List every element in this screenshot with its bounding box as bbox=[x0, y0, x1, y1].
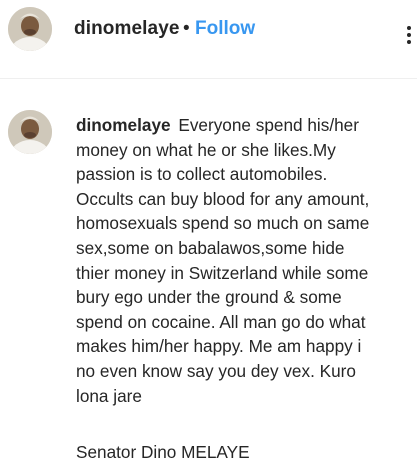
caption-text: dinomelaye Everyone spend his/her money … bbox=[76, 113, 412, 408]
post-header: dinomelaye • Follow bbox=[0, 0, 417, 79]
caption-line: makes him/her happy. Me am happy i bbox=[76, 336, 362, 357]
separator-dot: • bbox=[183, 18, 190, 39]
caption-line: spend on cocaine. All man go do what bbox=[76, 311, 366, 332]
avatar-image bbox=[8, 110, 52, 154]
caption-signature: Senator Dino MELAYE bbox=[76, 442, 250, 462]
header-username[interactable]: dinomelaye bbox=[74, 18, 180, 40]
caption-line: lona jare bbox=[76, 385, 142, 406]
post-panel: dinomelaye • Follow dinomelaye Everyone … bbox=[0, 0, 417, 466]
caption-line-text: Everyone spend his/her bbox=[178, 115, 359, 135]
profile-avatar[interactable] bbox=[8, 7, 52, 51]
more-options-icon[interactable] bbox=[402, 26, 417, 48]
caption-line: sex,some on babalawos,some hide bbox=[76, 237, 345, 258]
caption-line: homosexuals spend so much on same bbox=[76, 213, 370, 234]
caption-line: passion is to collect automobiles. bbox=[76, 164, 328, 185]
caption-line: dinomelaye Everyone spend his/her bbox=[76, 113, 412, 138]
comment-avatar[interactable] bbox=[8, 110, 52, 154]
caption-username[interactable]: dinomelaye bbox=[76, 115, 171, 135]
avatar-image bbox=[8, 7, 52, 51]
caption-line: Occults can buy blood for any amount, bbox=[76, 188, 370, 209]
caption-line: bury ego under the ground & some bbox=[76, 287, 342, 308]
caption-line: money on what he or she likes.My bbox=[76, 139, 336, 160]
caption-line: thier money in Switzerland while some bbox=[76, 262, 369, 283]
follow-button[interactable]: Follow bbox=[195, 18, 255, 40]
caption-line: no even know say you dey vex. Kuro bbox=[76, 360, 356, 381]
